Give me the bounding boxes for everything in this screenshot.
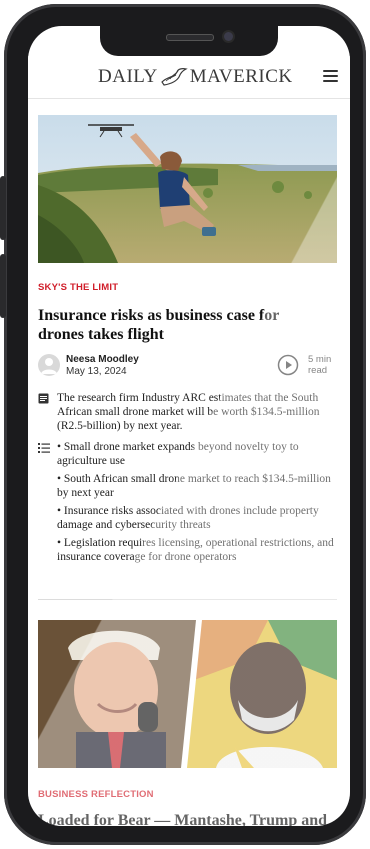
key-point: South African small drone market to reac… [57,472,338,500]
politicians-hero-image[interactable] [38,620,337,768]
site-logo[interactable]: DAILY MAVERICK [98,66,293,88]
hamburger-menu-icon[interactable] [323,70,338,82]
play-audio-icon[interactable] [277,354,299,376]
key-point: Legislation requires licensing, operatio… [57,536,338,564]
article-headline[interactable]: Loaded for Bear — Mantashe, Trump and [38,811,328,826]
article-category[interactable]: BUSINESS REFLECTION [38,789,154,800]
article-headline[interactable]: Insurance risks as business case for dro… [38,306,328,344]
bird-logo-icon [160,68,188,86]
read-time: 5 min read [308,354,332,376]
key-point: Small drone market expands beyond novelt… [57,440,338,468]
list-icon [38,443,50,453]
volume-down-button [0,254,6,318]
logo-text-left: DAILY [98,66,158,87]
key-points: Small drone market expands beyond novelt… [38,440,338,568]
article-divider [38,599,337,600]
author-name[interactable]: Neesa Moodley [66,354,139,365]
user-avatar-icon [41,358,57,374]
key-point: Insurance risks associated with drones i… [57,504,338,532]
author-avatar[interactable] [38,354,60,376]
article-category[interactable]: SKY'S THE LIMIT [38,282,118,293]
front-camera [224,32,233,41]
speaker-grille [166,34,214,41]
logo-text-right: MAVERICK [189,66,293,87]
site-header: DAILY MAVERICK [28,56,350,99]
notch [100,26,278,56]
volume-up-button [0,176,6,240]
author-row: Neesa Moodley May 13, 2024 5 min read [38,352,336,380]
article-summary: The research firm Industry ARC estimates… [38,391,338,433]
drone-hero-image[interactable] [38,115,337,263]
summary-text: The research firm Industry ARC estimates… [57,392,320,432]
publish-date: May 13, 2024 [66,366,127,377]
phone-screen: DAILY MAVERICK SKY'S THE LIMIT Insurance… [28,26,350,826]
document-icon [38,393,49,404]
